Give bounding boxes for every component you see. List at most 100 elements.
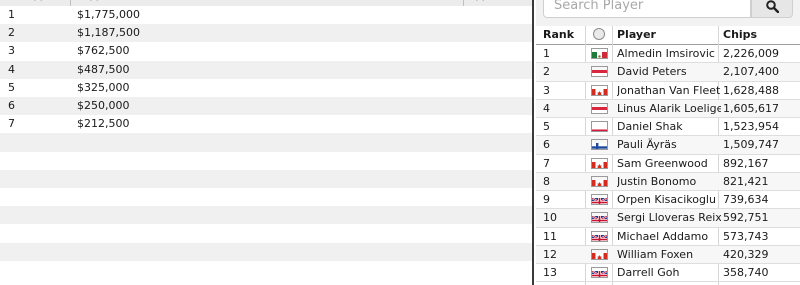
payout-row: 6 $250,000 <box>0 97 532 116</box>
canada-flag-icon <box>591 84 608 96</box>
payout-row: 7 $212,500 <box>0 115 532 134</box>
payout-prize: $1,775,000 <box>77 8 140 21</box>
player-name[interactable]: Orpen Kisacikoglu <box>617 191 721 209</box>
uk-flag-icon <box>591 230 608 242</box>
leaderboard-row[interactable]: 7 Sam Greenwood 892,167 <box>536 155 800 173</box>
chip-count: 1,605,617 <box>723 101 779 115</box>
leaderboard-row[interactable]: 13 Darrell Goh 358,740 <box>536 264 800 283</box>
search-button[interactable] <box>751 0 793 18</box>
leaderboard-row[interactable]: 2 David Peters 2,107,400 <box>536 63 800 82</box>
player-name[interactable]: Sam Greenwood <box>617 155 721 173</box>
payout-prize: $325,000 <box>77 80 130 94</box>
player-name[interactable]: Jonathan Van Fleet <box>617 82 721 100</box>
player-name[interactable]: Almedin Imsirovic <box>617 45 721 63</box>
leaderboard-row[interactable]: 8 Justin Bonomo 821,421 <box>536 172 800 191</box>
payout-row <box>0 188 532 207</box>
leaderboard-row[interactable]: 5 Daniel Shak 1,523,954 <box>536 118 800 137</box>
prize-column-header: (.) <box>88 0 100 2</box>
payout-place: 5 <box>8 80 15 94</box>
chip-count: 1,523,954 <box>723 120 779 133</box>
payout-row <box>0 260 532 279</box>
player-name[interactable]: Pauli Äyräs <box>617 136 721 154</box>
payout-panel: (.) (.) (.) 1 $1,775,000 2 $1,187,500 3 $762,… <box>0 0 534 285</box>
leaderboard-row[interactable]: 12 William Foxen 420,329 <box>536 245 800 264</box>
austria-flag-icon <box>591 102 608 114</box>
payout-row: 1 $1,775,000 <box>0 6 532 25</box>
rank-cell: 6 <box>543 138 550 152</box>
chip-count: 573,743 <box>723 229 769 243</box>
leaderboard-row[interactable]: 1 Almedin Imsirovic 2,226,009 <box>536 45 800 64</box>
player-name[interactable]: Sergi Lloveras Reixach <box>617 209 721 227</box>
rank-cell: 11 <box>543 229 557 243</box>
search-input[interactable]: Search Player <box>543 0 751 18</box>
chip-count: 1,628,488 <box>723 83 779 97</box>
chip-count: 592,751 <box>723 211 769 225</box>
leaderboard-header: Rank Player Chips <box>536 26 800 45</box>
uk-flag-icon <box>591 194 608 205</box>
leaderboard-row[interactable]: 4 Linus Alarik Loeliger 1,605,617 <box>536 99 800 118</box>
player-name[interactable]: Linus Alarik Loeliger <box>617 100 721 118</box>
leaderboard-panel: Search Player Rank Player Chips 1 Almedin… <box>536 0 800 285</box>
player-name[interactable]: Justin Bonomo <box>617 173 721 191</box>
payout-place: 3 <box>8 44 15 58</box>
payout-row: 5 $325,000 <box>0 78 532 97</box>
rank-cell: 8 <box>543 174 550 188</box>
player-name[interactable]: Daniel Shak <box>617 118 721 136</box>
payout-place: 6 <box>8 99 15 112</box>
payout-place: 1 <box>8 8 15 21</box>
payout-row <box>0 242 532 261</box>
player-column-header[interactable]: Player <box>617 26 656 44</box>
leaderboard-row[interactable]: 3 Jonathan Van Fleet 1,628,488 <box>536 82 800 100</box>
chip-count: 739,634 <box>723 193 769 206</box>
rank-cell: 5 <box>543 120 550 133</box>
rank-column-header[interactable]: Rank <box>543 26 574 44</box>
rank-cell: 10 <box>543 211 557 225</box>
rank-cell: 1 <box>543 47 550 60</box>
chips-column-header[interactable]: Chips <box>723 26 757 44</box>
payout-prize: $1,187,500 <box>77 26 140 40</box>
rank-cell: 13 <box>543 266 557 279</box>
chip-count: 420,329 <box>723 247 769 261</box>
payout-prize: $762,500 <box>77 44 130 58</box>
player-name[interactable]: David Peters <box>617 63 721 81</box>
place-column-header: (.) <box>32 0 44 2</box>
payout-prize: $487,500 <box>77 62 130 76</box>
uk-flag-icon <box>591 267 608 278</box>
rank-cell: 2 <box>543 65 550 79</box>
chip-count: 2,226,009 <box>723 47 779 60</box>
payout-row <box>0 151 532 170</box>
payout-row <box>0 169 532 188</box>
chip-count: 821,421 <box>723 174 769 188</box>
payout-place: 7 <box>8 117 15 131</box>
rank-cell: 7 <box>543 156 550 170</box>
rank-cell: 12 <box>543 247 557 261</box>
uk-flag-icon <box>591 212 608 224</box>
leaderboard-row[interactable]: 9 Orpen Kisacikoglu 739,634 <box>536 191 800 210</box>
player-name[interactable]: William Foxen <box>617 246 721 264</box>
payout-row <box>0 206 532 225</box>
rank-cell: 4 <box>543 101 550 115</box>
payout-prize: $212,500 <box>77 117 130 131</box>
rank-cell: 3 <box>543 83 550 97</box>
leaderboard-row[interactable]: 11 Michael Addamo 573,743 <box>536 228 800 246</box>
player-name[interactable]: Darrell Goh <box>617 264 721 282</box>
poland-flag-icon <box>591 121 608 132</box>
payout-place: 4 <box>8 62 15 76</box>
payout-row: 2 $1,187,500 <box>0 24 532 43</box>
payout-row <box>0 224 532 243</box>
mexico-flag-icon <box>591 48 608 59</box>
canada-flag-icon <box>591 248 608 260</box>
leaderboard-table: Rank Player Chips 1 Almedin Imsirovic 2,22… <box>536 26 800 285</box>
leaderboard-row[interactable]: 10 Sergi Lloveras Reixach592,751 <box>536 209 800 228</box>
rank-cell: 9 <box>543 193 550 206</box>
leaderboard-row[interactable]: 6 Pauli Äyräs 1,509,747 <box>536 136 800 155</box>
payout-row: 3 $762,500 <box>0 42 532 61</box>
search-placeholder: Search Player <box>554 0 644 13</box>
player-name[interactable]: Michael Addamo <box>617 228 721 246</box>
finland-flag-icon <box>591 139 608 151</box>
chip-count: 1,509,747 <box>723 138 779 152</box>
payout-row <box>0 133 532 152</box>
austria-flag-icon <box>591 66 608 78</box>
chip-count: 358,740 <box>723 266 769 279</box>
canada-flag-icon <box>591 157 608 169</box>
